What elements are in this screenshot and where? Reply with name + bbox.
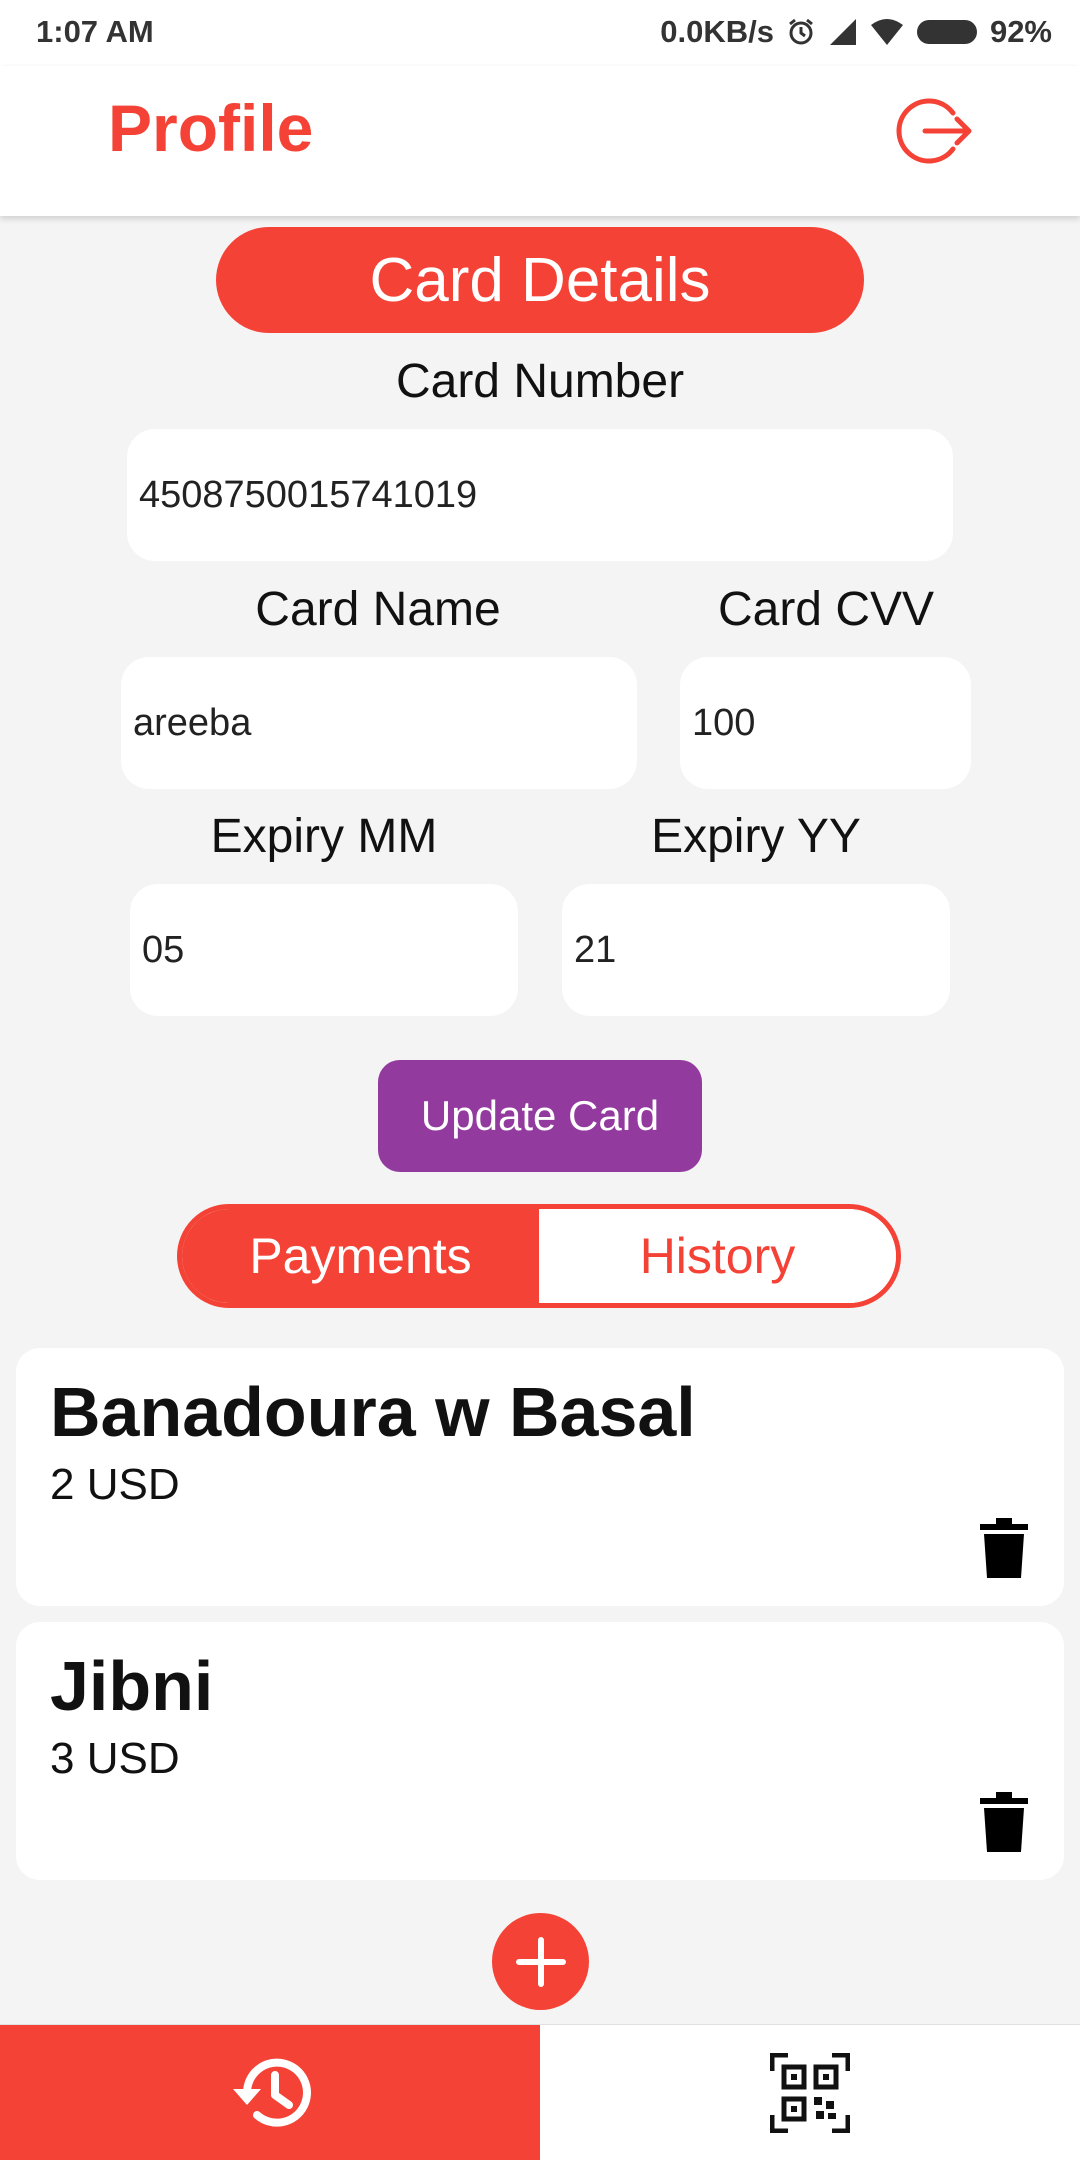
expiry-mm-label: Expiry MM <box>210 810 438 863</box>
expiry-yy-value: 21 <box>574 928 617 971</box>
expiry-yy-field[interactable]: 21 <box>562 884 950 1016</box>
card-name-label: Card Name <box>255 583 501 636</box>
card-cvv-field[interactable]: 100 <box>680 657 971 789</box>
trash-icon <box>980 1518 1028 1578</box>
delete-payment-button[interactable] <box>976 1516 1032 1580</box>
expiry-yy-label: Expiry YY <box>651 810 861 863</box>
logout-icon <box>896 98 972 164</box>
expiry-mm-field[interactable]: 05 <box>130 884 518 1016</box>
status-time: 1:07 AM <box>36 14 154 49</box>
alarm-icon <box>786 17 816 47</box>
trash-icon <box>980 1792 1028 1852</box>
card-name-value: areeba <box>133 701 252 744</box>
payment-amount: 3 USD <box>50 1734 180 1783</box>
payment-amount: 2 USD <box>50 1460 180 1509</box>
tab-history[interactable]: History <box>539 1209 896 1303</box>
card-cvv-label: Card CVV <box>717 583 935 636</box>
plus-icon <box>515 1936 566 1987</box>
battery-level: 92% <box>989 14 1052 49</box>
payments-history-toggle: Payments History <box>177 1204 901 1308</box>
update-card-button[interactable]: Update Card <box>378 1060 702 1172</box>
delete-payment-button[interactable] <box>976 1790 1032 1854</box>
add-payment-button[interactable] <box>492 1913 589 2010</box>
card-cvv-value: 100 <box>692 701 756 744</box>
app-bar: Profile <box>0 66 1080 216</box>
signal-icon <box>828 17 858 47</box>
payment-item[interactable]: Banadoura w Basal 2 USD <box>16 1348 1064 1606</box>
payment-name: Jibni <box>50 1647 214 1725</box>
status-bar: 1:07 AM 0.0KB/s 92% <box>0 0 1080 66</box>
battery-icon <box>916 18 978 46</box>
status-indicators: 0.0KB/s 92% <box>660 14 1052 50</box>
card-number-field[interactable]: 4508750015741019 <box>127 429 953 561</box>
history-icon <box>233 2058 311 2127</box>
card-name-field[interactable]: areeba <box>121 657 637 789</box>
bottom-navigation <box>0 2024 1080 2160</box>
network-speed: 0.0KB/s <box>660 14 774 49</box>
expiry-mm-value: 05 <box>142 928 185 971</box>
payment-item[interactable]: Jibni 3 USD <box>16 1622 1064 1880</box>
payment-name: Banadoura w Basal <box>50 1373 696 1451</box>
page-title: Profile <box>108 91 314 165</box>
nav-qr-code[interactable] <box>540 2025 1080 2160</box>
qr-code-icon <box>770 2052 850 2133</box>
nav-history[interactable] <box>0 2025 540 2160</box>
card-number-value: 4508750015741019 <box>139 473 478 516</box>
card-number-label: Card Number <box>395 355 685 408</box>
tab-payments[interactable]: Payments <box>182 1209 539 1303</box>
card-details-header: Card Details <box>216 227 864 333</box>
logout-button[interactable] <box>890 86 980 176</box>
wifi-icon <box>870 17 904 47</box>
